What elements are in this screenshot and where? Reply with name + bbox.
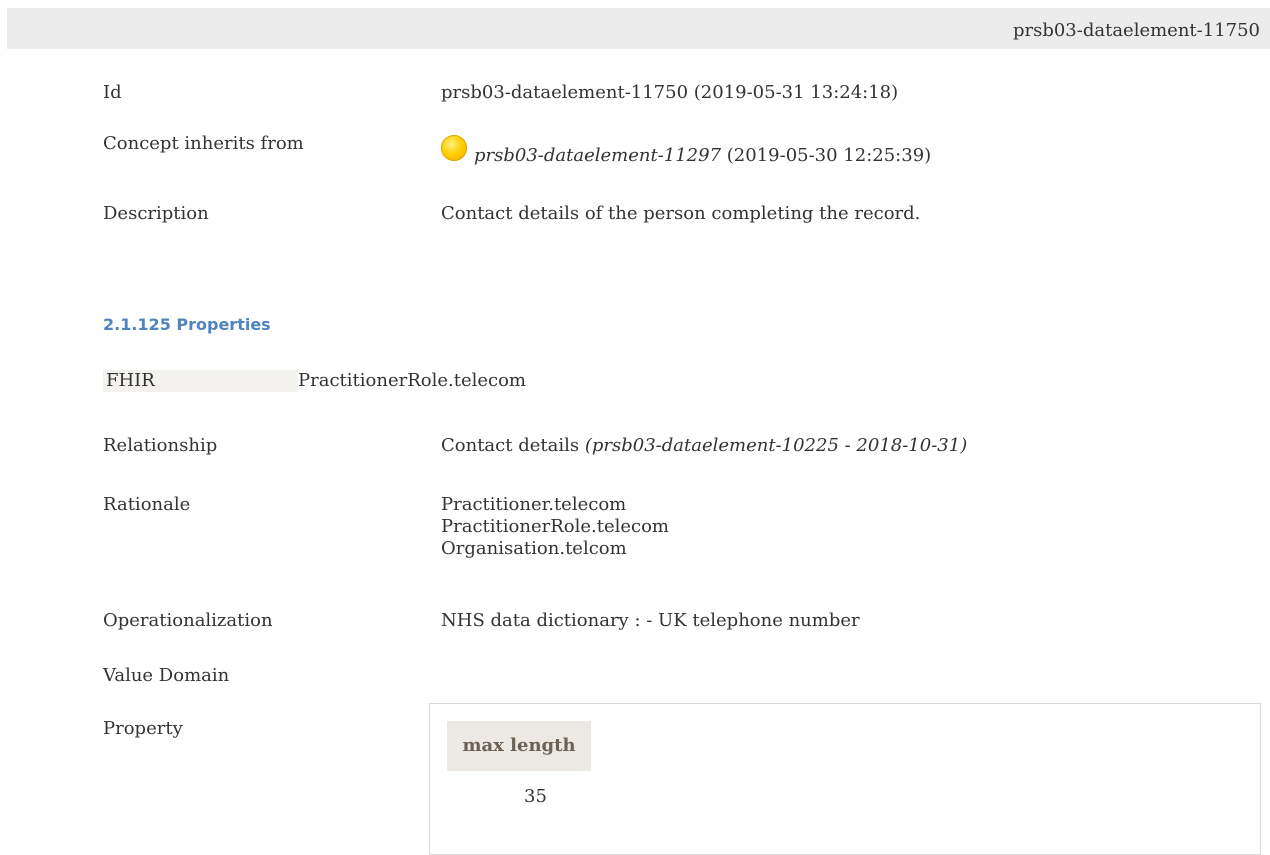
- relationship-ref: (prsb03-dataelement-10225 - 2018-10-31): [584, 435, 968, 456]
- operationalization-value: NHS data dictionary : - UK telephone num…: [441, 610, 860, 631]
- section-title-properties: 2.1.125 Properties: [103, 315, 271, 334]
- description-value: Contact details of the person completing…: [441, 203, 921, 224]
- fhir-key: FHIR: [103, 370, 298, 392]
- inherits-label: Concept inherits from: [103, 133, 304, 154]
- fhir-value: PractitionerRole.telecom: [298, 370, 526, 391]
- value-domain-label: Value Domain: [103, 665, 230, 686]
- property-value-max-length: 35: [524, 786, 547, 807]
- rationale-label: Rationale: [103, 494, 191, 515]
- yellow-status-dot-icon: [441, 135, 467, 161]
- inherits-date: (2019-05-30 12:25:39): [726, 145, 932, 166]
- property-header-max-length: max length: [447, 721, 591, 771]
- rationale-line: PractitionerRole.telecom: [441, 516, 669, 537]
- id-label: Id: [103, 82, 122, 103]
- rationale-line: Organisation.telcom: [441, 538, 627, 559]
- operationalization-label: Operationalization: [103, 610, 273, 631]
- inherits-id-link[interactable]: prsb03-dataelement-11297: [474, 145, 721, 166]
- id-value: prsb03-dataelement-11750 (2019-05-31 13:…: [441, 82, 899, 103]
- property-label: Property: [103, 718, 183, 739]
- rationale-line: Practitioner.telecom: [441, 494, 627, 515]
- relationship-label: Relationship: [103, 435, 218, 456]
- header-bar: prsb03-dataelement-11750: [7, 8, 1270, 49]
- rationale-value: Practitioner.telecom PractitionerRole.te…: [441, 494, 669, 560]
- relationship-text: Contact details: [441, 435, 580, 456]
- relationship-value: Contact details (prsb03-dataelement-1022…: [441, 435, 967, 457]
- page-id-title: prsb03-dataelement-11750: [1012, 20, 1260, 41]
- property-table: max length 35: [429, 703, 1261, 855]
- inherits-value[interactable]: prsb03-dataelement-11297 (2019-05-30 12:…: [474, 145, 931, 167]
- description-label: Description: [103, 203, 209, 224]
